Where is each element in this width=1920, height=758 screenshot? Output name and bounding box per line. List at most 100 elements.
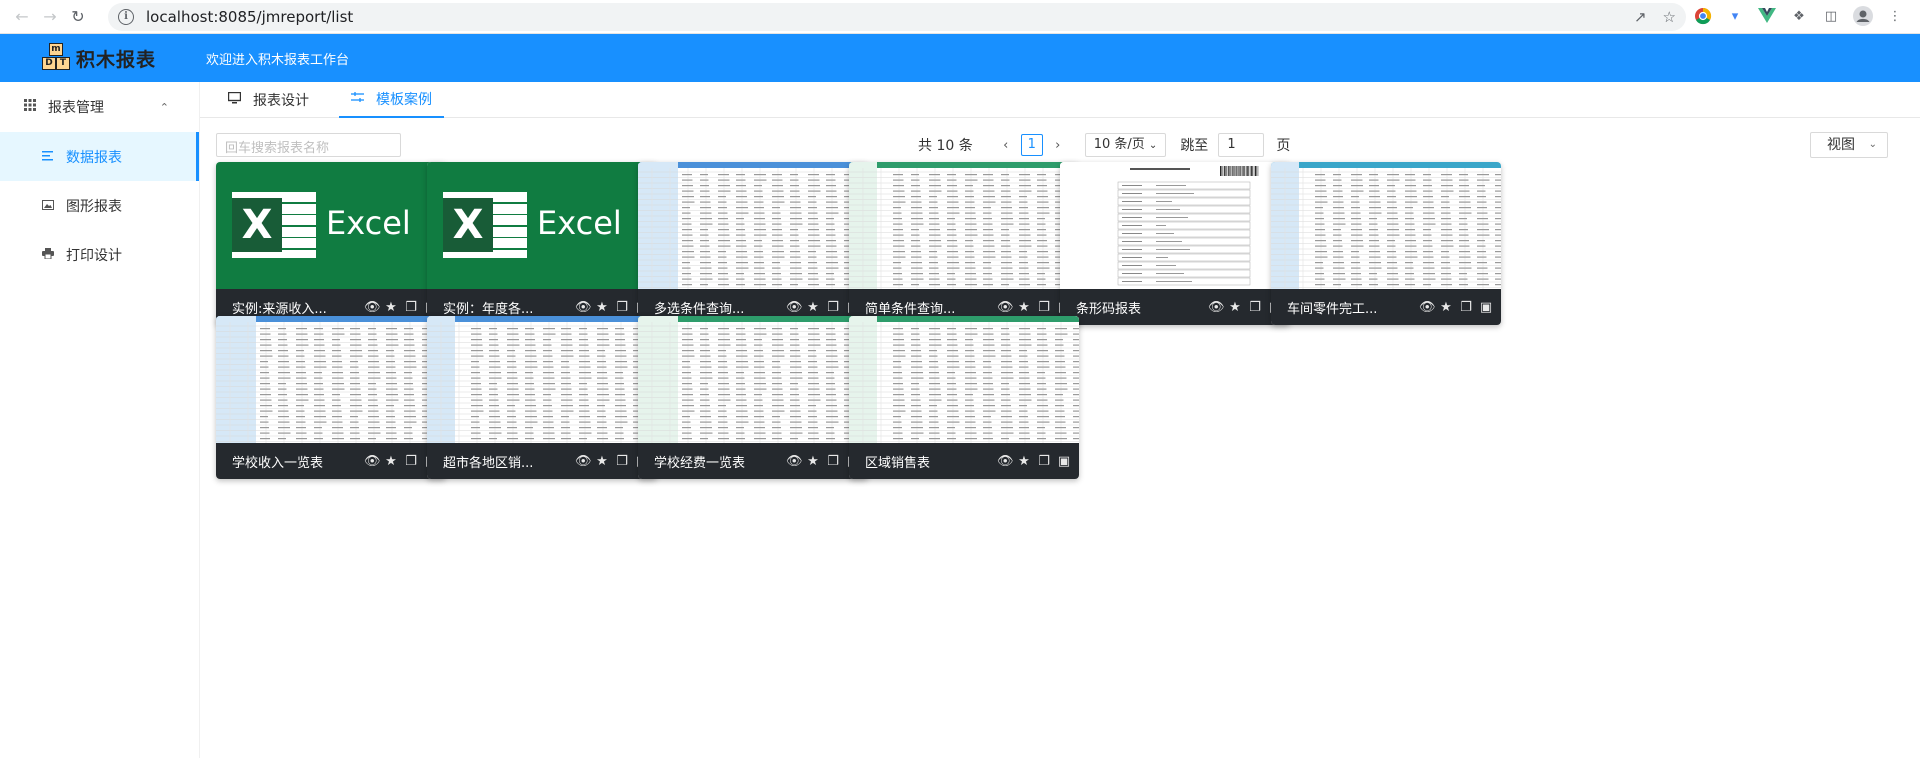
app-header: m D T 积木报表 欢迎进入积木报表工作台 [0,34,1920,82]
bookmark-star-icon[interactable]: ☆ [1663,8,1676,26]
jump-page-input[interactable]: 1 [1218,133,1265,157]
star-icon[interactable]: ★ [806,454,820,469]
tab-label: 模板案例 [376,92,432,108]
report-card[interactable]: 多选条件查询...👁★❐▣ [638,162,868,325]
report-card[interactable]: XExcel实例:来源收入...👁★❐▣ [216,162,446,325]
card-thumbnail[interactable]: X Excel [427,162,657,289]
report-card[interactable]: 学校收入一览表👁★❐▣ [216,316,446,479]
chrome-extension-icon[interactable] [1692,5,1714,27]
card-actions: 👁★ ❐ ▣ [1419,300,1493,315]
sidebar-item-print-design[interactable]: 打印设计 [0,230,199,279]
back-icon[interactable]: ← [8,3,36,31]
card-title: 实例：年度各... [443,301,534,317]
copy-icon[interactable]: ❐ [826,300,840,315]
eye-icon[interactable]: 👁 [786,300,803,315]
star-icon[interactable]: ★ [806,300,820,315]
sidebar-item-data-report[interactable]: 数据报表 [0,132,199,181]
excel-wordmark: Excel [326,204,411,242]
card-thumbnail[interactable] [1271,162,1501,289]
star-icon[interactable]: ★ [384,454,398,469]
image-icon[interactable]: ▣ [1057,454,1071,469]
copy-icon[interactable]: ❐ [1459,300,1473,315]
puzzle-icon[interactable]: ❖ [1788,5,1810,27]
sidebar: 报表管理 ⌃ 数据报表 图形报表 打印设计 [0,82,200,758]
star-icon[interactable]: ★ [384,300,398,315]
sidebar-item-chart-report[interactable]: 图形报表 [0,181,199,230]
address-bar[interactable]: i localhost:8085/jmreport/list ↗ ☆ [108,3,1686,31]
card-thumbnail[interactable] [638,162,868,289]
eye-icon[interactable]: 👁 [997,300,1014,315]
eye-icon[interactable]: 👁 [997,454,1014,469]
card-thumbnail[interactable] [216,316,446,443]
site-info-icon[interactable]: i [118,9,134,25]
copy-icon[interactable]: ❐ [1037,300,1051,315]
sidepanel-icon[interactable]: ◫ [1820,5,1842,27]
vue-devtools-icon[interactable] [1756,5,1778,27]
tab-bar: 报表设计 模板案例 [200,82,1920,118]
report-card[interactable]: 超市各地区销...👁★❐▣ [427,316,657,479]
report-card[interactable]: 区域销售表 👁 ★ ❐ ▣ [849,316,1079,479]
eye-icon[interactable]: 👁 [575,454,592,469]
page-suffix: 页 [1276,138,1291,154]
copy-icon[interactable]: ❐ [1037,454,1051,469]
report-card[interactable]: 条形码报表👁★❐▣ [1060,162,1290,325]
star-icon[interactable]: ★ [1017,300,1031,315]
search-input[interactable]: 回车搜索报表名称 [216,133,401,157]
page-number-1[interactable]: 1 [1020,134,1043,156]
card-title: 区域销售表 [865,455,931,471]
star-icon[interactable]: ★ [1228,300,1242,315]
logo-badge-m: m [49,43,63,56]
report-card[interactable]: 车间零件完工... 👁 ★ ❐ ▣ [1271,162,1501,325]
star-icon[interactable]: ★ [1017,454,1031,469]
eye-icon[interactable]: 👁 [1208,300,1225,315]
tab-template-cases[interactable]: 模板案例 [339,82,444,118]
copy-icon[interactable]: ❐ [826,454,840,469]
chevron-left-icon[interactable]: ‹ [995,138,1017,153]
tab-report-design[interactable]: 报表设计 [216,82,321,118]
image-icon [42,199,56,213]
card-thumbnail[interactable] [427,316,657,443]
card-thumbnail[interactable] [638,316,868,443]
card-thumbnail[interactable] [849,162,1079,289]
copy-icon[interactable]: ❐ [1248,300,1262,315]
url-text[interactable]: localhost:8085/jmreport/list [146,8,353,26]
forward-icon[interactable]: → [36,3,64,31]
star-icon[interactable]: ★ [1439,300,1453,315]
image-icon[interactable]: ▣ [1479,300,1493,315]
card-title: 简单条件查询... [865,301,956,317]
eye-icon[interactable]: 👁 [786,454,803,469]
view-select[interactable]: 视图 ⌄ [1810,132,1888,158]
logo-badge: m D T [40,43,72,73]
report-card[interactable]: 学校经费一览表👁★❐▣ [638,316,868,479]
card-title: 条形码报表 [1076,301,1142,317]
eye-icon[interactable]: 👁 [1419,300,1436,315]
reload-icon[interactable]: ↻ [64,3,92,31]
share-icon[interactable]: ↗ [1634,8,1647,26]
card-thumbnail[interactable] [849,316,1079,443]
report-card[interactable]: 简单条件查询...👁★❐▣ [849,162,1079,325]
card-thumbnail[interactable]: X Excel [216,162,446,289]
star-icon[interactable]: ★ [595,300,609,315]
layers-extension-icon[interactable]: ▾ [1724,5,1746,27]
eye-icon[interactable]: 👁 [364,300,381,315]
main-content: 报表设计 模板案例 回车搜索报表名称 共 10 条 ‹ 1 › 10 条/页 ⌄… [200,82,1920,758]
menu-dots-icon[interactable]: ⋮ [1884,5,1906,27]
menu-group-label: 报表管理 [48,100,104,116]
eye-icon[interactable]: 👁 [575,300,592,315]
copy-icon[interactable]: ❐ [615,454,629,469]
copy-icon[interactable]: ❐ [615,300,629,315]
copy-icon[interactable]: ❐ [404,454,418,469]
card-footer: 条形码报表👁★❐▣ [1060,289,1290,325]
card-title: 学校经费一览表 [654,455,746,471]
profile-avatar-icon[interactable] [1852,5,1874,27]
pagination: 共 10 条 ‹ 1 › 10 条/页 ⌄ 跳至 1 页 [918,133,1290,157]
star-icon[interactable]: ★ [595,454,609,469]
chevron-up-icon[interactable]: ⌃ [160,101,169,114]
chevron-right-icon[interactable]: › [1047,138,1069,153]
copy-icon[interactable]: ❐ [404,300,418,315]
report-card[interactable]: XExcel实例：年度各...👁★❐▣ [427,162,657,325]
card-thumbnail[interactable] [1060,162,1290,289]
eye-icon[interactable]: 👁 [364,454,381,469]
page-size-select[interactable]: 10 条/页 ⌄ [1084,133,1167,157]
menu-group-report-management[interactable]: 报表管理 ⌃ [0,82,199,132]
